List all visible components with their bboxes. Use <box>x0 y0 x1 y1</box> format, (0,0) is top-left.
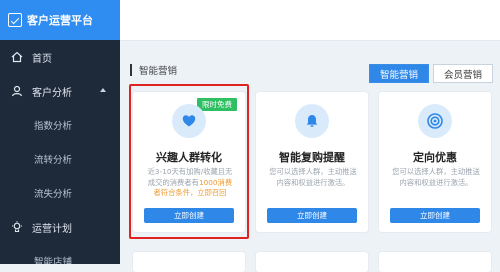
sidebar-item-label: 客户分析 <box>32 87 72 99</box>
brand-title: 客户运营平台 <box>27 14 93 27</box>
sidebar-item-operation-plan[interactable]: 运营计划 <box>0 210 120 244</box>
sidebar-item-label: 智能店铺 <box>34 257 73 264</box>
target-icon <box>418 104 452 138</box>
sidebar-item-label: 指数分析 <box>34 121 73 132</box>
card-description: 您可以选择人群，主动推送内容和权益进行激活。 <box>269 167 357 187</box>
create-button[interactable]: 立即创建 <box>267 208 357 223</box>
card-next-row <box>256 252 368 272</box>
card-next-row <box>379 252 491 272</box>
top-bar <box>120 0 500 41</box>
section-heading: 智能营销 <box>130 62 177 78</box>
sidebar-item-smart-store[interactable]: 智能店铺 <box>0 244 120 264</box>
tab-smart-marketing[interactable]: 智能营销 <box>369 64 429 83</box>
user-analysis-icon <box>10 85 24 97</box>
logo-icon <box>8 13 22 27</box>
sidebar-item-label: 流转分析 <box>34 155 73 166</box>
tab-bar: 智能营销 会员营销 <box>369 64 493 83</box>
sidebar: 客户运营平台 首页 客户分析 指数分析 流转分析 流失分析 运营计划 智能店铺 <box>0 0 120 264</box>
callout-highlight-box <box>129 84 249 239</box>
section-marker <box>130 64 132 76</box>
sidebar-item-customer-analysis[interactable]: 客户分析 <box>0 74 120 108</box>
sidebar-item-label: 首页 <box>32 53 52 65</box>
section-title: 智能营销 <box>139 66 178 77</box>
card-smart-repurchase[interactable]: 智能复购提醒 您可以选择人群，主动推送内容和权益进行激活。 立即创建 <box>256 92 368 232</box>
home-icon <box>10 51 24 63</box>
sidebar-item-index-analysis[interactable]: 指数分析 <box>0 108 120 142</box>
sidebar-item-label: 运营计划 <box>32 223 72 235</box>
card-title: 智能复购提醒 <box>279 151 345 164</box>
sidebar-item-churn-analysis[interactable]: 流失分析 <box>0 176 120 210</box>
create-button[interactable]: 立即创建 <box>390 208 480 223</box>
brand-header[interactable]: 客户运营平台 <box>0 0 120 40</box>
sidebar-item-flow-analysis[interactable]: 流转分析 <box>0 142 120 176</box>
sidebar-item-label: 流失分析 <box>34 189 73 200</box>
chevron-up-icon <box>100 88 106 92</box>
bell-icon <box>295 104 329 138</box>
card-next-row <box>133 252 245 272</box>
card-description: 您可以选择人群，主动推送内容和权益进行激活。 <box>392 167 480 187</box>
tab-member-marketing[interactable]: 会员营销 <box>433 64 493 83</box>
plan-icon <box>10 221 24 233</box>
card-title: 定向优惠 <box>413 151 457 164</box>
sidebar-item-home[interactable]: 首页 <box>0 40 120 74</box>
card-targeted-discount[interactable]: 定向优惠 您可以选择人群，主动推送内容和权益进行激活。 立即创建 <box>379 92 491 232</box>
